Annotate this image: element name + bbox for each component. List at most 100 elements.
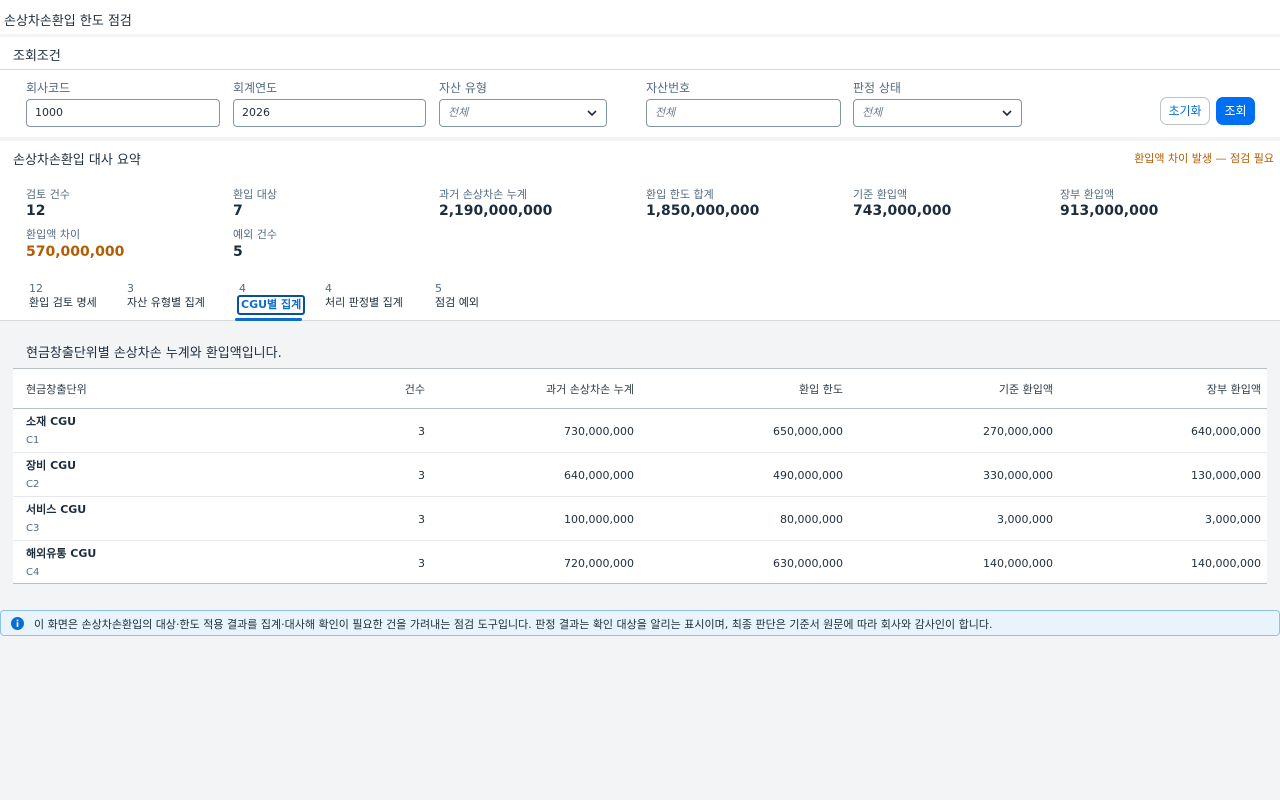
kpi-past-impairment-value: 2,190,000,000 [439,203,553,219]
table-header: 현금창출단위 건수 과거 손상차손 누계 환입 한도 기준 환입액 장부 환입액 [13,369,1267,409]
cell-base-reversal: 270,000,000 [983,425,1053,438]
cell-book-reversal: 140,000,000 [1191,557,1261,570]
cell-past-impairment: 640,000,000 [564,469,634,482]
cgu-code: C3 [26,523,40,534]
column-header-book-reversal[interactable]: 장부 환입액 [1207,381,1261,397]
kpi-base-reversal-label: 기준 환입액 [853,188,908,201]
kpi-limit-total-label: 환입 한도 합계 [646,188,714,201]
tab-decision-summary[interactable]: 4 처리 판정별 집계 [325,282,403,316]
cell-limit: 630,000,000 [773,557,843,570]
cell-base-reversal: 330,000,000 [983,469,1053,482]
summary-panel: 손상차손환입 대사 요약 환입액 차이 발생 — 점검 필요 검토 건수 12 … [0,141,1280,270]
page-header: 손상차손환입 한도 점검 [0,0,1280,34]
cell-limit: 490,000,000 [773,469,843,482]
cell-base-reversal: 3,000,000 [997,513,1053,526]
tab-label: 자산 유형별 집계 [127,296,205,309]
kpi-reversal-target-value: 7 [233,203,243,219]
tab-asset-type-summary[interactable]: 3 자산 유형별 집계 [127,282,205,316]
cgu-name: 서비스 CGU [26,503,87,516]
summary-alert: 환입액 차이 발생 — 점검 필요 [1134,152,1274,165]
cgu-name: 장비 CGU [26,459,77,472]
table-caption: 현금창출단위별 손상차손 누계와 환입액입니다. [26,346,282,361]
cell-book-reversal: 640,000,000 [1191,425,1261,438]
cgu-code: C1 [26,435,40,446]
cgu-name: 해외유통 CGU [26,547,97,560]
asset-type-select[interactable]: 전체 [439,99,607,127]
tab-reversal-detail[interactable]: 12 환입 검토 명세 [29,282,97,316]
tab-count: 5 [435,282,442,295]
kpi-base-reversal-value: 743,000,000 [853,203,952,219]
table-row[interactable]: 소재 CGU C1 3 730,000,000 650,000,000 270,… [13,409,1267,453]
active-tab-indicator [235,318,302,321]
cell-past-impairment: 730,000,000 [564,425,634,438]
table-row[interactable]: 해외유통 CGU C4 3 720,000,000 630,000,000 14… [13,541,1267,585]
cgu-name: 소재 CGU [26,415,77,428]
cell-count: 3 [418,425,425,438]
cell-count: 3 [418,469,425,482]
tab-label: CGU별 집계 [237,295,306,315]
cell-count: 3 [418,513,425,526]
kpi-limit-total-value: 1,850,000,000 [646,203,760,219]
column-header-base-reversal[interactable]: 기준 환입액 [999,381,1053,397]
decision-status-select[interactable]: 전체 [853,99,1022,127]
cgu-code: C4 [26,567,40,578]
cgu-table: 현금창출단위 건수 과거 손상차손 누계 환입 한도 기준 환입액 장부 환입액… [13,368,1267,584]
tab-count: 4 [325,282,332,295]
tab-label: 처리 판정별 집계 [325,296,403,309]
fiscal-year-input[interactable]: 2026 [233,99,426,127]
filter-section-title: 조회조건 [13,49,61,64]
company-code-label: 회사코드 [26,81,71,95]
decision-status-label: 판정 상태 [853,81,901,95]
company-code-input[interactable]: 1000 [26,99,220,127]
info-icon [11,617,24,630]
tab-label: 점검 예외 [435,296,479,309]
kpi-exception-count-label: 예외 건수 [233,228,277,241]
cell-book-reversal: 3,000,000 [1205,513,1261,526]
cell-book-reversal: 130,000,000 [1191,469,1261,482]
cell-past-impairment: 100,000,000 [564,513,634,526]
cgu-summary-panel: 현금창출단위별 손상차손 누계와 환입액입니다. 현금창출단위 건수 과거 손상… [0,322,1280,597]
kpi-book-reversal-label: 장부 환입액 [1060,188,1115,201]
cell-count: 3 [418,557,425,570]
asset-number-input[interactable]: 전체 [646,99,841,127]
kpi-difference-label: 환입액 차이 [26,228,81,241]
table-row[interactable]: 장비 CGU C2 3 640,000,000 490,000,000 330,… [13,453,1267,497]
tab-cgu-summary[interactable]: 4 CGU별 집계 [237,282,306,316]
table-row[interactable]: 서비스 CGU C3 3 100,000,000 80,000,000 3,00… [13,497,1267,541]
chevron-down-icon [587,110,597,117]
info-message-strip: 이 화면은 손상차손환입의 대상·한도 적용 결과를 집계·대사해 확인이 필요… [0,610,1280,636]
kpi-review-count-value: 12 [26,203,46,219]
column-header-cgu[interactable]: 현금창출단위 [26,381,87,397]
cell-base-reversal: 140,000,000 [983,557,1053,570]
kpi-reversal-target-label: 환입 대상 [233,188,277,201]
column-header-count[interactable]: 건수 [405,381,425,397]
tab-count: 3 [127,282,134,295]
tab-label: 환입 검토 명세 [29,296,97,309]
cell-limit: 650,000,000 [773,425,843,438]
tab-exceptions[interactable]: 5 점검 예외 [435,282,479,316]
summary-title: 손상차손환입 대사 요약 [13,153,141,168]
cell-limit: 80,000,000 [780,513,843,526]
page-title: 손상차손환입 한도 점검 [4,14,132,29]
kpi-past-impairment-label: 과거 손상차손 누계 [439,188,527,201]
tab-count: 12 [29,282,43,295]
fiscal-year-label: 회계연도 [233,81,278,95]
kpi-review-count-label: 검토 건수 [26,188,70,201]
filter-bar: 조회조건 회사코드 1000 회계연도 2026 자산 유형 전체 자산번호 전… [0,37,1280,137]
asset-type-label: 자산 유형 [439,81,487,95]
chevron-down-icon [1002,110,1012,117]
asset-number-label: 자산번호 [646,81,691,95]
search-button[interactable]: 조회 [1216,97,1255,125]
cgu-code: C2 [26,479,40,490]
reset-button[interactable]: 초기화 [1160,97,1210,125]
column-header-past-impairment[interactable]: 과거 손상차손 누계 [546,381,634,397]
decision-status-value: 전체 [862,106,883,119]
filter-divider [0,69,1280,70]
kpi-book-reversal-value: 913,000,000 [1060,203,1159,219]
asset-type-value: 전체 [448,106,469,119]
info-message-text: 이 화면은 손상차손환입의 대상·한도 적용 결과를 집계·대사해 확인이 필요… [34,618,993,631]
kpi-difference-value: 570,000,000 [26,244,125,260]
cell-past-impairment: 720,000,000 [564,557,634,570]
column-header-limit[interactable]: 환입 한도 [799,381,843,397]
tab-bar: 12 환입 검토 명세 3 자산 유형별 집계 4 CGU별 집계 4 처리 판… [0,270,1280,321]
